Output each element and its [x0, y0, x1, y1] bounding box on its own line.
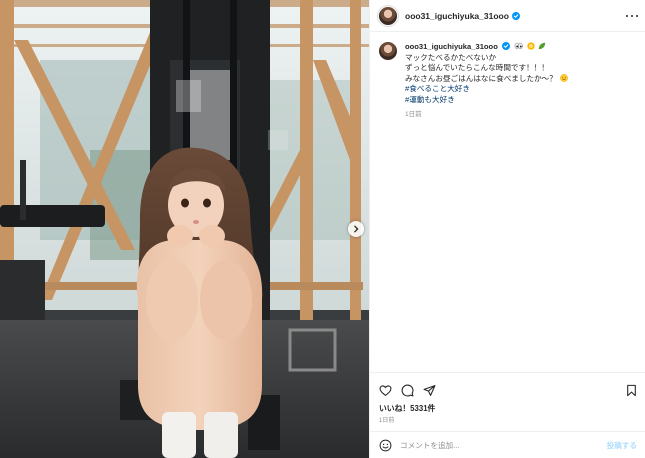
share-icon [423, 384, 436, 396]
verified-badge-icon [511, 11, 520, 20]
smile-emoji-icon [560, 73, 568, 82]
caption-line-with-emoji: みなさんお昼ごはんはなに食べましたか〜？ [405, 74, 568, 85]
comment-input[interactable] [400, 440, 601, 450]
post-photo [0, 0, 369, 458]
avatar[interactable] [379, 6, 397, 25]
caption-line: みなさんお昼ごはんはなに食べましたか〜？ [405, 73, 557, 83]
share-button[interactable] [423, 384, 436, 397]
comment-form: 投稿する [370, 431, 645, 458]
post-comment-button[interactable]: 投稿する [607, 440, 637, 451]
more-options-icon[interactable] [626, 11, 638, 21]
chevron-right-icon [354, 225, 359, 233]
post-media[interactable] [0, 0, 369, 458]
caption-line: マックたべるかたべないか [405, 52, 497, 62]
action-bar [370, 372, 645, 400]
hashtag-link[interactable]: #食べること大好き [405, 84, 568, 95]
comment-button[interactable] [401, 384, 414, 397]
emoji-icon[interactable] [379, 439, 392, 452]
caption-line: ずっと悩んでいたらこんな時間です！！！ [405, 63, 549, 73]
verified-badge-icon [501, 42, 510, 50]
like-button[interactable] [379, 384, 392, 397]
header-username[interactable]: ooo31_iguchiyuka_31ooo [405, 11, 509, 21]
next-photo-button[interactable] [348, 221, 364, 237]
post-header: ooo31_iguchiyuka_31ooo [370, 0, 645, 32]
eyes-emoji-icon [514, 42, 523, 50]
sun-emoji-icon [527, 42, 535, 50]
caption-time: 1日前 [405, 110, 422, 118]
heart-icon [379, 384, 392, 396]
bookmark-icon [627, 384, 636, 396]
hashtag-link[interactable]: #運動も大好き [405, 95, 568, 106]
comment-icon [401, 384, 414, 396]
save-button[interactable] [625, 384, 638, 397]
likes-count[interactable]: いいね！5331件 [379, 403, 435, 414]
instagram-post: ooo31_iguchiyuka_31ooo ooo31_iguchiyuka_… [0, 0, 645, 458]
caption-username[interactable]: ooo31_iguchiyuka_31ooo [405, 42, 498, 51]
caption-first-line: ooo31_iguchiyuka_31ooo [405, 42, 568, 53]
caption-avatar[interactable] [379, 42, 397, 60]
post-timestamp[interactable]: 1日前 [379, 415, 394, 424]
caption-text: ooo31_iguchiyuka_31ooo マックたべるかたべないか ずっと悩… [405, 42, 568, 120]
leaf-emoji-icon [539, 42, 546, 50]
post-sidebar: ooo31_iguchiyuka_31ooo ooo31_iguchiyuka_… [369, 0, 645, 458]
caption: ooo31_iguchiyuka_31ooo マックたべるかたべないか ずっと悩… [379, 42, 639, 120]
